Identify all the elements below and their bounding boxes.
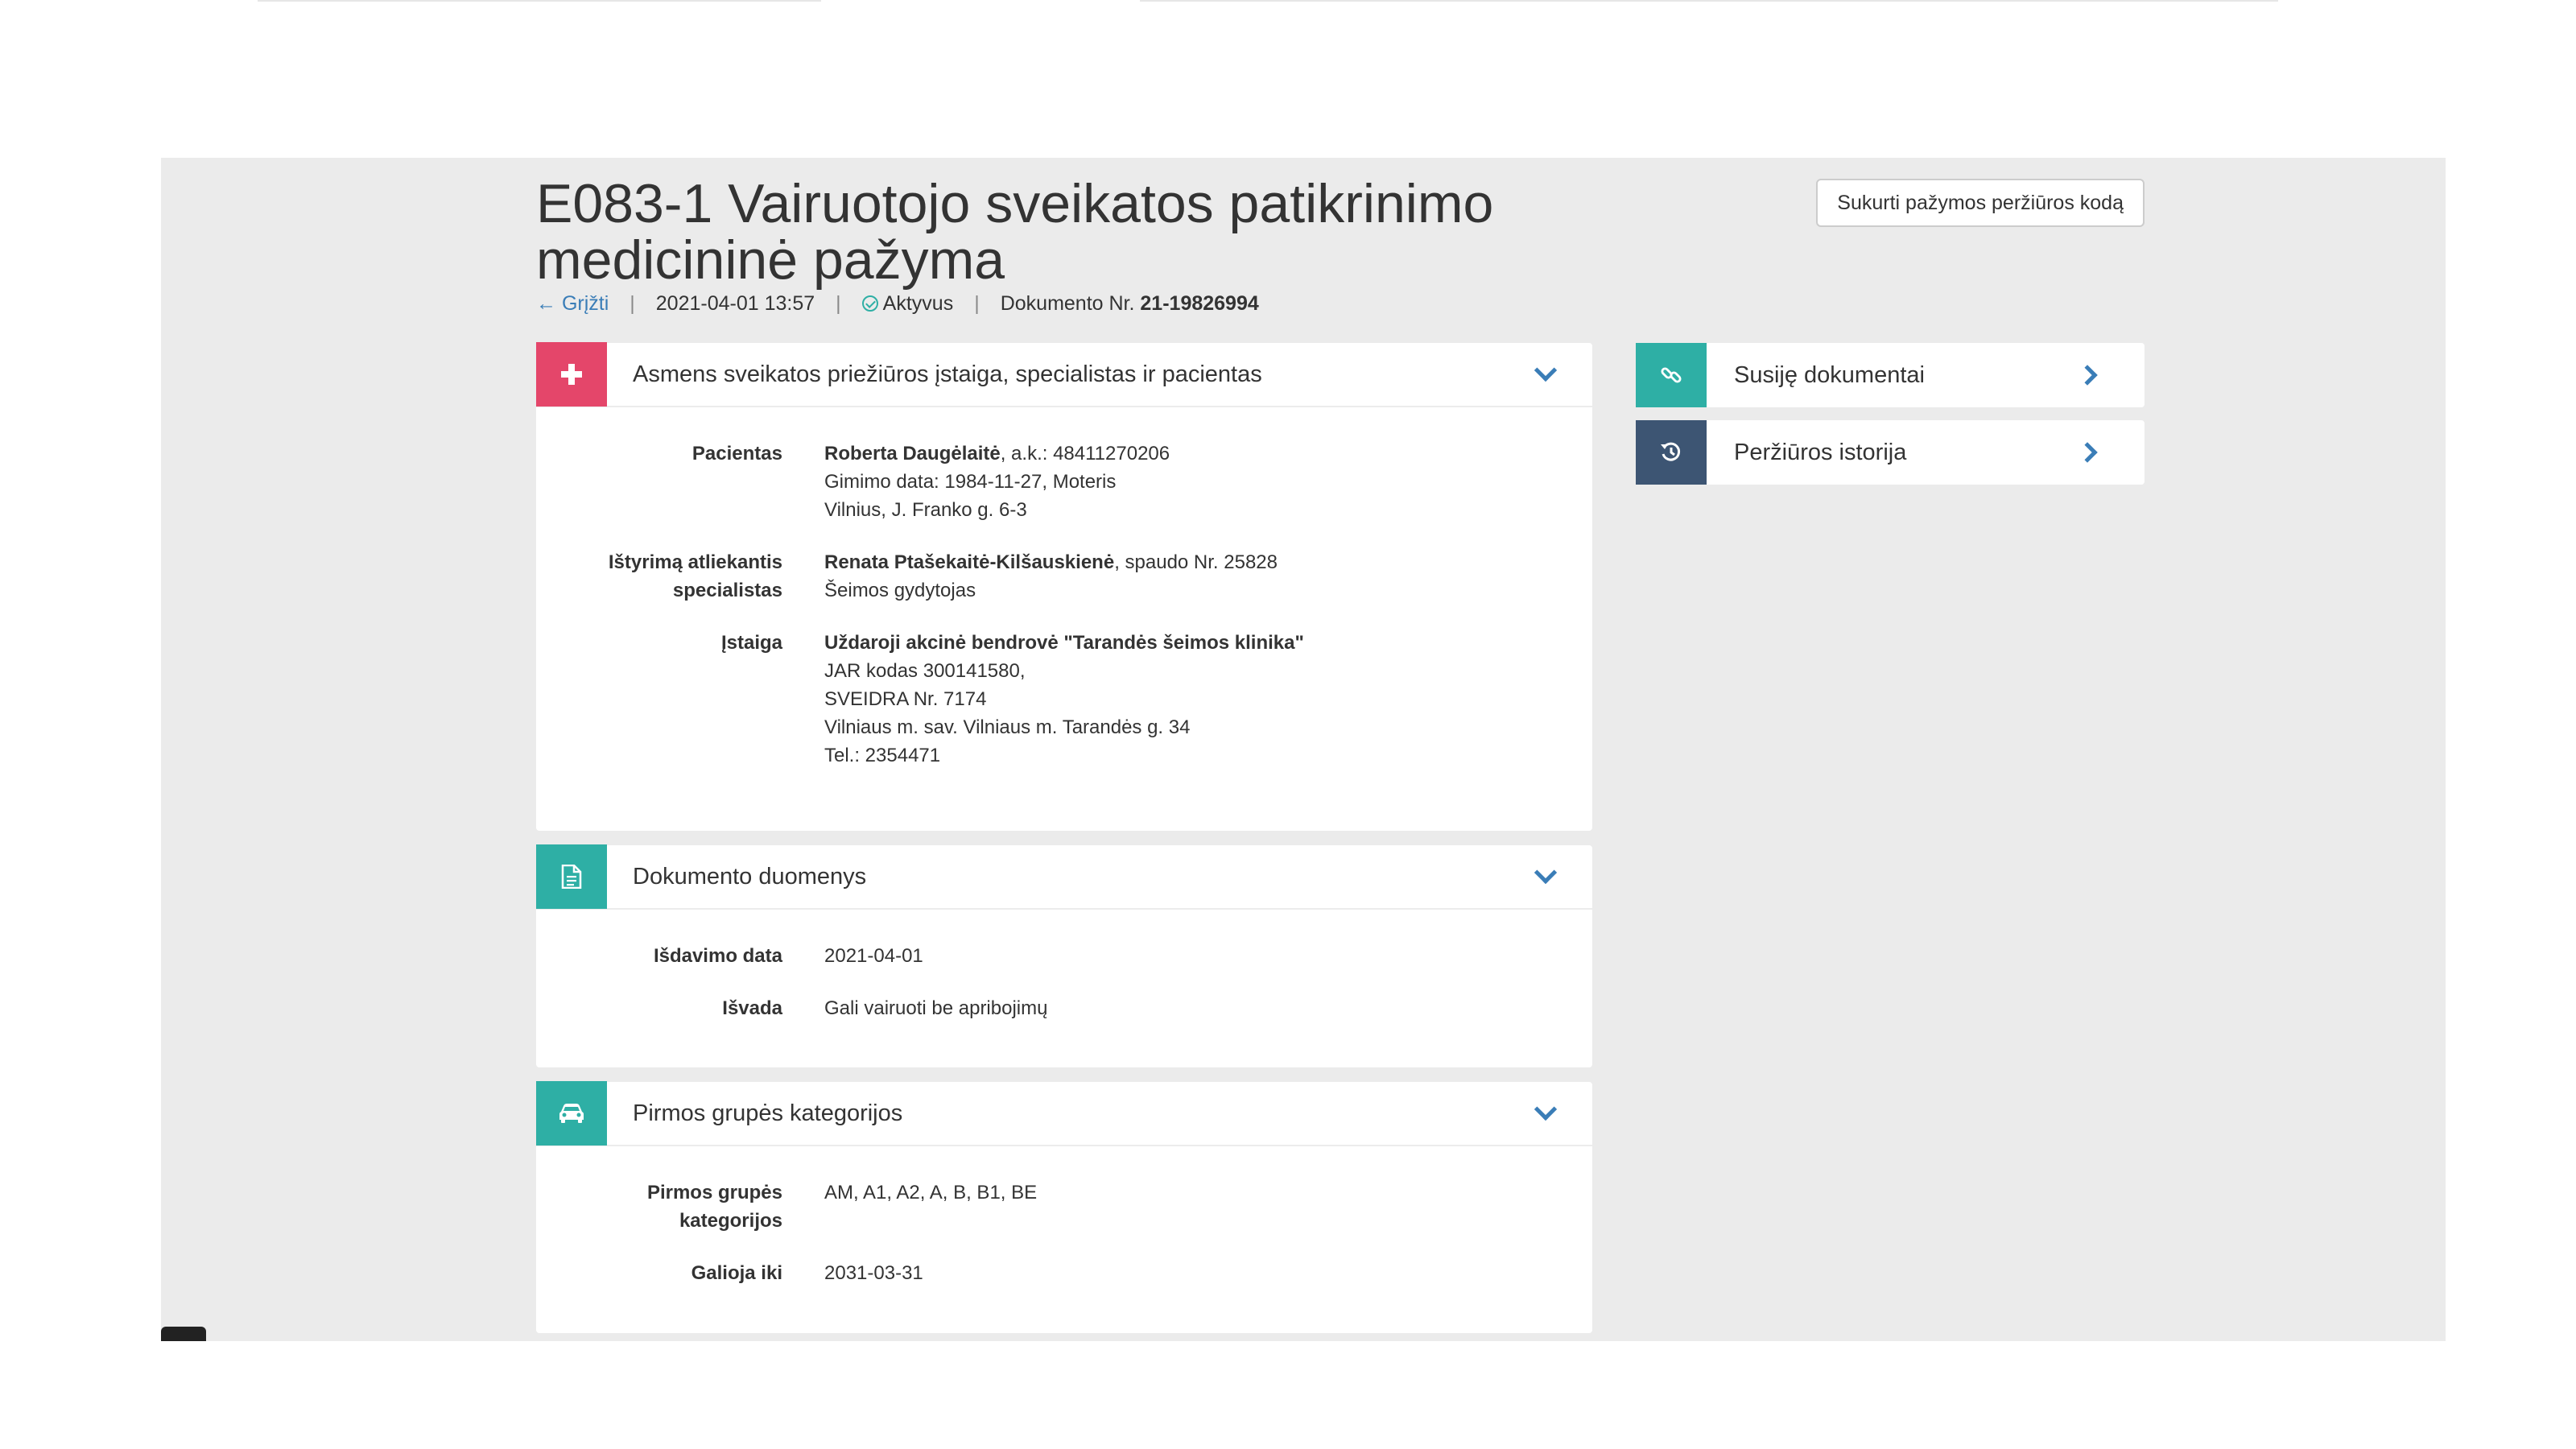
categories-label-line2: kategorijos xyxy=(679,1210,782,1232)
separator: | xyxy=(630,292,635,315)
patient-name: Roberta Daugėlaitė xyxy=(824,443,1001,464)
history-icon xyxy=(1636,420,1707,485)
specialist-stamp: , spaudo Nr. 25828 xyxy=(1114,551,1278,573)
patient-address: Vilnius, J. Franko g. 6-3 xyxy=(824,499,1027,521)
institution-phone: Tel.: 2354471 xyxy=(824,745,941,766)
patient-id: , a.k.: 48411270206 xyxy=(1000,443,1170,464)
specialist-role: Šeimos gydytojas xyxy=(824,580,976,601)
specialist-label-line1: Ištyrimą atliekantis xyxy=(608,551,782,573)
institution-label: Įstaiga xyxy=(720,632,782,654)
document-number-label: Dokumento Nr. xyxy=(1000,292,1135,315)
top-border xyxy=(258,0,821,2)
patient-row: Pacientas Roberta Daugėlaitė, a.k.: 4841… xyxy=(536,440,1592,524)
panel-document: Dokumento duomenys Išdavimo data 2021-04… xyxy=(536,844,1592,1067)
related-documents-label[interactable]: Susiję dokumentai xyxy=(1734,362,2080,389)
chevron-right-icon[interactable] xyxy=(2077,442,2098,463)
view-history-label[interactable]: Peržiūros istorija xyxy=(1734,440,2080,466)
panel-categories-header[interactable]: Pirmos grupės kategorijos xyxy=(536,1081,1592,1146)
issue-date-label: Išdavimo data xyxy=(653,945,782,967)
valid-until-row: Galioja iki 2031-03-31 xyxy=(536,1259,1592,1287)
status-badge: Aktyvus xyxy=(861,290,954,317)
specialist-label: Ištyrimą atliekantis specialistas xyxy=(536,548,782,605)
separator: | xyxy=(836,292,841,315)
specialist-name: Renata Ptašekaitė-Kilšauskienė xyxy=(824,551,1115,573)
conclusion-row: Išvada Gali vairuoti be apribojimų xyxy=(536,994,1592,1022)
conclusion-label: Išvada xyxy=(722,997,782,1019)
valid-until-label: Galioja iki xyxy=(691,1262,782,1284)
institution-name: Uždaroji akcinė bendrovė "Tarandės šeimo… xyxy=(824,632,1304,654)
separator: | xyxy=(974,292,980,315)
create-view-code-button[interactable]: Sukurti pažymos peržiūros kodą xyxy=(1816,179,2145,227)
panel-categories-title: Pirmos grupės kategorijos xyxy=(633,1100,903,1126)
panel-subjects-title: Asmens sveikatos priežiūros įstaiga, spe… xyxy=(633,361,1262,387)
main-container: E083-1 Vairuotojo sveikatos patikrinimo … xyxy=(536,158,2145,1341)
chevron-down-icon[interactable] xyxy=(1534,358,1558,382)
check-circle-icon xyxy=(861,295,878,312)
chevron-down-icon[interactable] xyxy=(1534,861,1558,885)
patient-value: Roberta Daugėlaitė, a.k.: 48411270206 Gi… xyxy=(824,440,1170,524)
link-icon xyxy=(1636,343,1707,407)
issue-date-row: Išdavimo data 2021-04-01 xyxy=(536,942,1592,970)
document-icon xyxy=(536,844,607,909)
chevron-right-icon[interactable] xyxy=(2077,365,2098,386)
conclusion-value: Gali vairuoti be apribojimų xyxy=(824,997,1048,1019)
document-number: 21-19826994 xyxy=(1140,292,1259,315)
specialist-label-line2: specialistas xyxy=(672,580,782,601)
plus-icon xyxy=(536,342,607,407)
specialist-row: Ištyrimą atliekantis specialistas Renata… xyxy=(536,548,1592,605)
patient-birth: Gimimo data: 1984-11-27, Moteris xyxy=(824,471,1117,493)
categories-row: Pirmos grupės kategorijos AM, A1, A2, A,… xyxy=(536,1179,1592,1235)
categories-label: Pirmos grupės kategorijos xyxy=(536,1179,782,1235)
institution-row: Įstaiga Uždaroji akcinė bendrovė "Tarand… xyxy=(536,629,1592,770)
car-icon xyxy=(536,1081,607,1146)
chevron-down-icon[interactable] xyxy=(1534,1097,1558,1121)
institution-sveidra: SVEIDRA Nr. 7174 xyxy=(824,688,987,710)
page-title: E083-1 Vairuotojo sveikatos patikrinimo … xyxy=(536,173,1494,291)
valid-until-value: 2031-03-31 xyxy=(824,1262,923,1284)
institution-address: Vilniaus m. sav. Vilniaus m. Tarandės g.… xyxy=(824,716,1191,738)
specialist-value: Renata Ptašekaitė-Kilšauskienė, spaudo N… xyxy=(824,548,1278,605)
scroll-to-top-tab[interactable] xyxy=(161,1327,206,1341)
top-border xyxy=(1140,0,2278,2)
patient-label: Pacientas xyxy=(691,443,782,464)
document-meta: ← Grįžti | 2021-04-01 13:57 | Aktyvus | … xyxy=(536,290,1259,317)
issue-date-value: 2021-04-01 xyxy=(824,945,923,967)
categories-value: AM, A1, A2, A, B, B1, BE xyxy=(824,1182,1038,1203)
back-link[interactable]: ← Grįžti xyxy=(536,290,609,317)
content-area: E083-1 Vairuotojo sveikatos patikrinimo … xyxy=(161,158,2446,1341)
panel-subjects: Asmens sveikatos priežiūros įstaiga, spe… xyxy=(536,342,1592,831)
institution-value: Uždaroji akcinė bendrovė "Tarandės šeimo… xyxy=(824,629,1304,770)
categories-label-line1: Pirmos grupės xyxy=(646,1182,782,1203)
panel-categories: Pirmos grupės kategorijos Pirmos grupės … xyxy=(536,1081,1592,1333)
document-datetime: 2021-04-01 13:57 xyxy=(655,292,815,315)
back-link-label[interactable]: Grįžti xyxy=(562,292,609,315)
panel-document-title: Dokumento duomenys xyxy=(633,863,867,890)
panel-document-header[interactable]: Dokumento duomenys xyxy=(536,844,1592,910)
related-documents-link[interactable]: Susiję dokumentai xyxy=(1636,343,2145,407)
institution-code: JAR kodas 300141580, xyxy=(824,660,1026,682)
view-history-link[interactable]: Peržiūros istorija xyxy=(1636,420,2145,485)
status-label: Aktyvus xyxy=(882,292,954,315)
panel-subjects-header[interactable]: Asmens sveikatos priežiūros įstaiga, spe… xyxy=(536,342,1592,407)
